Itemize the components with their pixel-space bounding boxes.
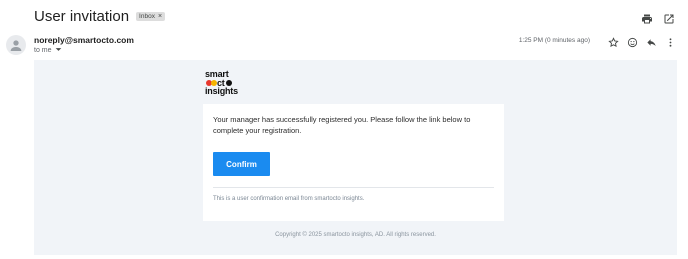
top-toolbar [641,12,675,24]
recipient-details[interactable]: to me [34,46,62,55]
more-vert-icon[interactable] [665,35,676,47]
message-card: Your manager has successfully registered… [203,104,504,221]
subject-row: User invitation Inbox × [34,8,166,25]
logo-dot-dark-icon [225,79,232,86]
email-subject: User invitation [34,8,130,25]
logo-line-1: smart [205,69,229,79]
confirm-button[interactable]: Confirm [213,152,270,176]
card-divider [213,187,494,188]
print-icon[interactable] [641,12,653,24]
remove-label-icon[interactable]: × [158,13,162,20]
chevron-down-icon[interactable] [55,46,62,55]
logo-dots-icon [206,79,217,86]
inbox-label-badge[interactable]: Inbox × [136,12,166,21]
message-meta: 1:25 PM (0 minutes ago) [518,35,676,48]
sender-address[interactable]: noreply@smartocto.com [34,35,134,45]
open-in-new-window-icon[interactable] [663,12,675,24]
logo-line-3: insights [205,86,238,96]
emoji-icon[interactable] [627,35,638,48]
star-icon[interactable] [608,35,619,48]
copyright-text: Copyright © 2025 smartocto insights, AD.… [275,232,436,238]
smartocto-logo: smart ct insights [205,70,245,96]
sender-avatar[interactable] [6,35,26,55]
reply-icon[interactable] [646,35,657,47]
confirmation-footnote: This is a user confirmation email from s… [213,196,365,202]
recipient-label: to me [34,47,52,54]
email-body: smart ct insights Your manager has succe… [34,60,677,255]
message-text: Your manager has successfully registered… [213,115,471,135]
inbox-label-text: Inbox [139,13,155,20]
message-time: 1:25 PM (0 minutes ago) [518,37,590,44]
